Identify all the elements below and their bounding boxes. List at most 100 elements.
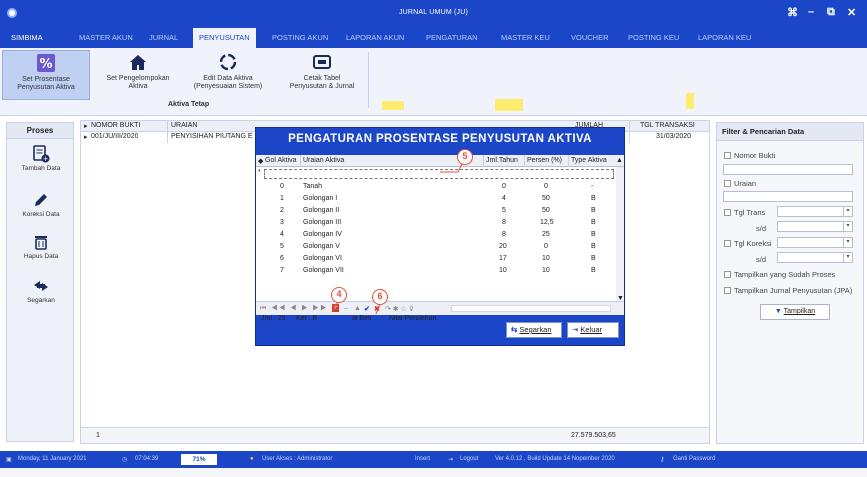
dialog-segarkan-button[interactable]: ⇆ Segarkan bbox=[506, 322, 562, 338]
status-logout[interactable]: Logout bbox=[460, 456, 478, 462]
col-uraian-aktiva[interactable]: Uraian Aktiva bbox=[303, 157, 344, 164]
close-button[interactable]: ✕ bbox=[847, 6, 856, 19]
footer-count: 1 bbox=[96, 432, 100, 439]
scroll-up-icon[interactable]: ▲ bbox=[616, 157, 623, 164]
table-row[interactable]: 6 Golongan VI 17 10 B bbox=[256, 255, 616, 265]
cetak-tabel-button[interactable]: Cetak Tabel Penyusutan & Jurnal bbox=[280, 50, 364, 100]
uraian-input[interactable] bbox=[723, 191, 853, 202]
table-row[interactable]: 4 Golongan IV 8 25 B bbox=[256, 231, 616, 241]
minimize-button[interactable]: – bbox=[808, 6, 814, 18]
tgl-trans-from[interactable]: ▾ bbox=[777, 206, 853, 217]
tgl-koreksi-checkbox[interactable] bbox=[724, 240, 731, 247]
cell-gol: 2 bbox=[280, 207, 284, 214]
uraian-label: Uraian bbox=[734, 179, 757, 188]
logout-icon[interactable]: ⇥ bbox=[448, 456, 453, 463]
cell-tahun: 5 bbox=[502, 207, 506, 214]
tampilkan-button[interactable]: ▼ Tampilkan bbox=[760, 304, 830, 320]
tgl-trans-checkbox[interactable] bbox=[724, 209, 731, 216]
col-jml-tahun[interactable]: Jml.Tahun bbox=[486, 157, 518, 164]
cell-type: B bbox=[591, 243, 596, 250]
status-ganti-password[interactable]: Ganti Password bbox=[673, 456, 715, 462]
cell-nomor-bukti: 001/JU/III/2020 bbox=[91, 133, 139, 140]
menu-laporan-keu[interactable]: LAPORAN KEU bbox=[692, 28, 757, 48]
col-nomor-bukti[interactable]: NOMOR BUKTI bbox=[91, 122, 140, 129]
nav-arrows-icon[interactable]: ⏮ ◀◀ ◀ ▶ ▶▶ ⏭ bbox=[260, 305, 339, 313]
sudah-proses-checkbox[interactable] bbox=[724, 271, 731, 278]
svg-text:+: + bbox=[43, 155, 49, 163]
prosentase-grid[interactable]: ◆ Gol Aktiva Uraian Aktiva Jml.Tahun Per… bbox=[256, 155, 624, 322]
col-uraian[interactable]: URAIAN bbox=[171, 122, 197, 129]
tgl-koreksi-to[interactable]: ▾ bbox=[777, 252, 853, 263]
callout-badge-5: 5 bbox=[457, 149, 473, 165]
nomor-bukti-checkbox[interactable] bbox=[724, 152, 731, 159]
menu-laporan-akun[interactable]: LAPORAN AKUN bbox=[340, 28, 410, 48]
menu-posting-akun[interactable]: POSTING AKUN bbox=[266, 28, 334, 48]
cell-persen: 50 bbox=[542, 207, 550, 214]
menu-master-keu[interactable]: MASTER KEU bbox=[495, 28, 556, 48]
vertical-scrollbar[interactable] bbox=[616, 167, 624, 307]
tgl-koreksi-from[interactable]: ▾ bbox=[777, 237, 853, 248]
home-icon bbox=[128, 52, 148, 72]
menu-master-akun[interactable]: MASTER AKUN bbox=[73, 28, 139, 48]
pin-icon[interactable]: ⌘ bbox=[787, 6, 798, 19]
table-row[interactable]: 1 Golongan I 4 50 B bbox=[256, 195, 616, 205]
cell-tahun: 20 bbox=[499, 243, 507, 250]
navigator-bar: ⏮ ◀◀ ◀ ▶ ▶▶ ⏭ + – ▲ ✔ ✖ ↷ ✱ ☆ ⊽ bbox=[256, 301, 624, 315]
filter-panel-title: Filter & Pencarian Data bbox=[717, 123, 863, 141]
user-icon: ● bbox=[250, 456, 254, 462]
chevron-down-icon: ▾ bbox=[843, 207, 852, 216]
col-type-aktiva[interactable]: Type Aktiva bbox=[571, 157, 607, 164]
pencil-icon bbox=[32, 191, 50, 209]
segarkan-button[interactable]: Segarkan bbox=[7, 277, 75, 304]
table-row[interactable]: 2 Golongan II 5 50 B bbox=[256, 207, 616, 217]
cell-gol: 6 bbox=[280, 255, 284, 262]
hapus-data-button[interactable]: Hapus Data bbox=[7, 233, 75, 260]
menu-simbima[interactable]: SIMBIMA bbox=[5, 28, 49, 48]
dialog-keluar-button[interactable]: ⇥ Keluar bbox=[567, 322, 619, 338]
menu-posting-keu[interactable]: POSTING KEU bbox=[622, 28, 685, 48]
cell-gol: 0 bbox=[280, 183, 284, 190]
ribbon-group-label: Aktiva Tetap bbox=[168, 101, 210, 108]
horizontal-scrollbar[interactable] bbox=[451, 305, 611, 312]
cell-tahun: 8 bbox=[502, 219, 506, 226]
print-icon bbox=[312, 52, 332, 72]
status-bar: ▣ Monday, 11 January 2021 ◷ 07:04:39 71%… bbox=[0, 451, 867, 468]
tambah-data-button[interactable]: + Tambah Data bbox=[7, 145, 75, 172]
table-row[interactable]: 0 Tanah 0 0 - bbox=[256, 183, 616, 193]
tgl-koreksi-label: Tgl Koreksi bbox=[734, 239, 772, 248]
table-row[interactable]: 3 Golongan III 8 12,5 B bbox=[256, 219, 616, 229]
highlight-marker bbox=[686, 93, 694, 109]
jpa-checkbox[interactable] bbox=[724, 287, 731, 294]
set-prosentase-button[interactable]: % Set Prosentase Penyusutan Aktiva bbox=[2, 50, 90, 100]
status-time: 07:04:39 bbox=[135, 456, 159, 462]
menu-jurnal[interactable]: JURNAL bbox=[143, 28, 184, 48]
ribbon-divider bbox=[368, 52, 369, 108]
tgl-trans-to[interactable]: ▾ bbox=[777, 221, 853, 232]
uraian-checkbox[interactable] bbox=[724, 180, 731, 187]
set-pengelompokan-button[interactable]: Set Pengelompokan Aktiva bbox=[98, 50, 178, 100]
menu-pengaturan[interactable]: PENGATURAN bbox=[420, 28, 484, 48]
col-persen[interactable]: Persen (%) bbox=[527, 157, 562, 164]
col-tgl-transaksi[interactable]: TGL TRANSAKSI bbox=[640, 122, 695, 129]
refresh-arrows-icon bbox=[32, 277, 50, 295]
table-row[interactable]: 7 Golongan VII 10 10 B bbox=[256, 267, 616, 277]
col-gol-aktiva[interactable]: Gol Aktiva bbox=[265, 157, 297, 164]
cell-type: B bbox=[591, 231, 596, 238]
koreksi-data-button[interactable]: Koreksi Data bbox=[7, 191, 75, 218]
status-user: User Akses : Administrator bbox=[262, 456, 333, 462]
cell-gol: 4 bbox=[280, 231, 284, 238]
nomor-bukti-input[interactable] bbox=[723, 164, 853, 175]
table-row[interactable]: 5 Golongan V 20 0 B bbox=[256, 243, 616, 253]
edit-data-aktiva-button[interactable]: Edit Data Aktiva (Penyesuaian Sistem) bbox=[186, 50, 270, 100]
clock-icon: ◷ bbox=[122, 457, 128, 463]
cell-persen: 10 bbox=[542, 255, 550, 262]
maximize-button[interactable]: ⧉ bbox=[827, 6, 835, 19]
tgl-trans-sd-label: s/d bbox=[756, 224, 767, 233]
new-row[interactable] bbox=[264, 169, 614, 179]
menu-voucher[interactable]: VOUCHER bbox=[565, 28, 615, 48]
bottom-band bbox=[0, 468, 867, 477]
menu-penyusutan[interactable]: PENYUSUTAN bbox=[193, 28, 256, 48]
jpa-label: Tampilkan Jurnal Penyusutan (JPA) bbox=[734, 286, 853, 295]
cell-gol: 5 bbox=[280, 243, 284, 250]
footer-total: 27.579.503,65 bbox=[571, 432, 616, 439]
